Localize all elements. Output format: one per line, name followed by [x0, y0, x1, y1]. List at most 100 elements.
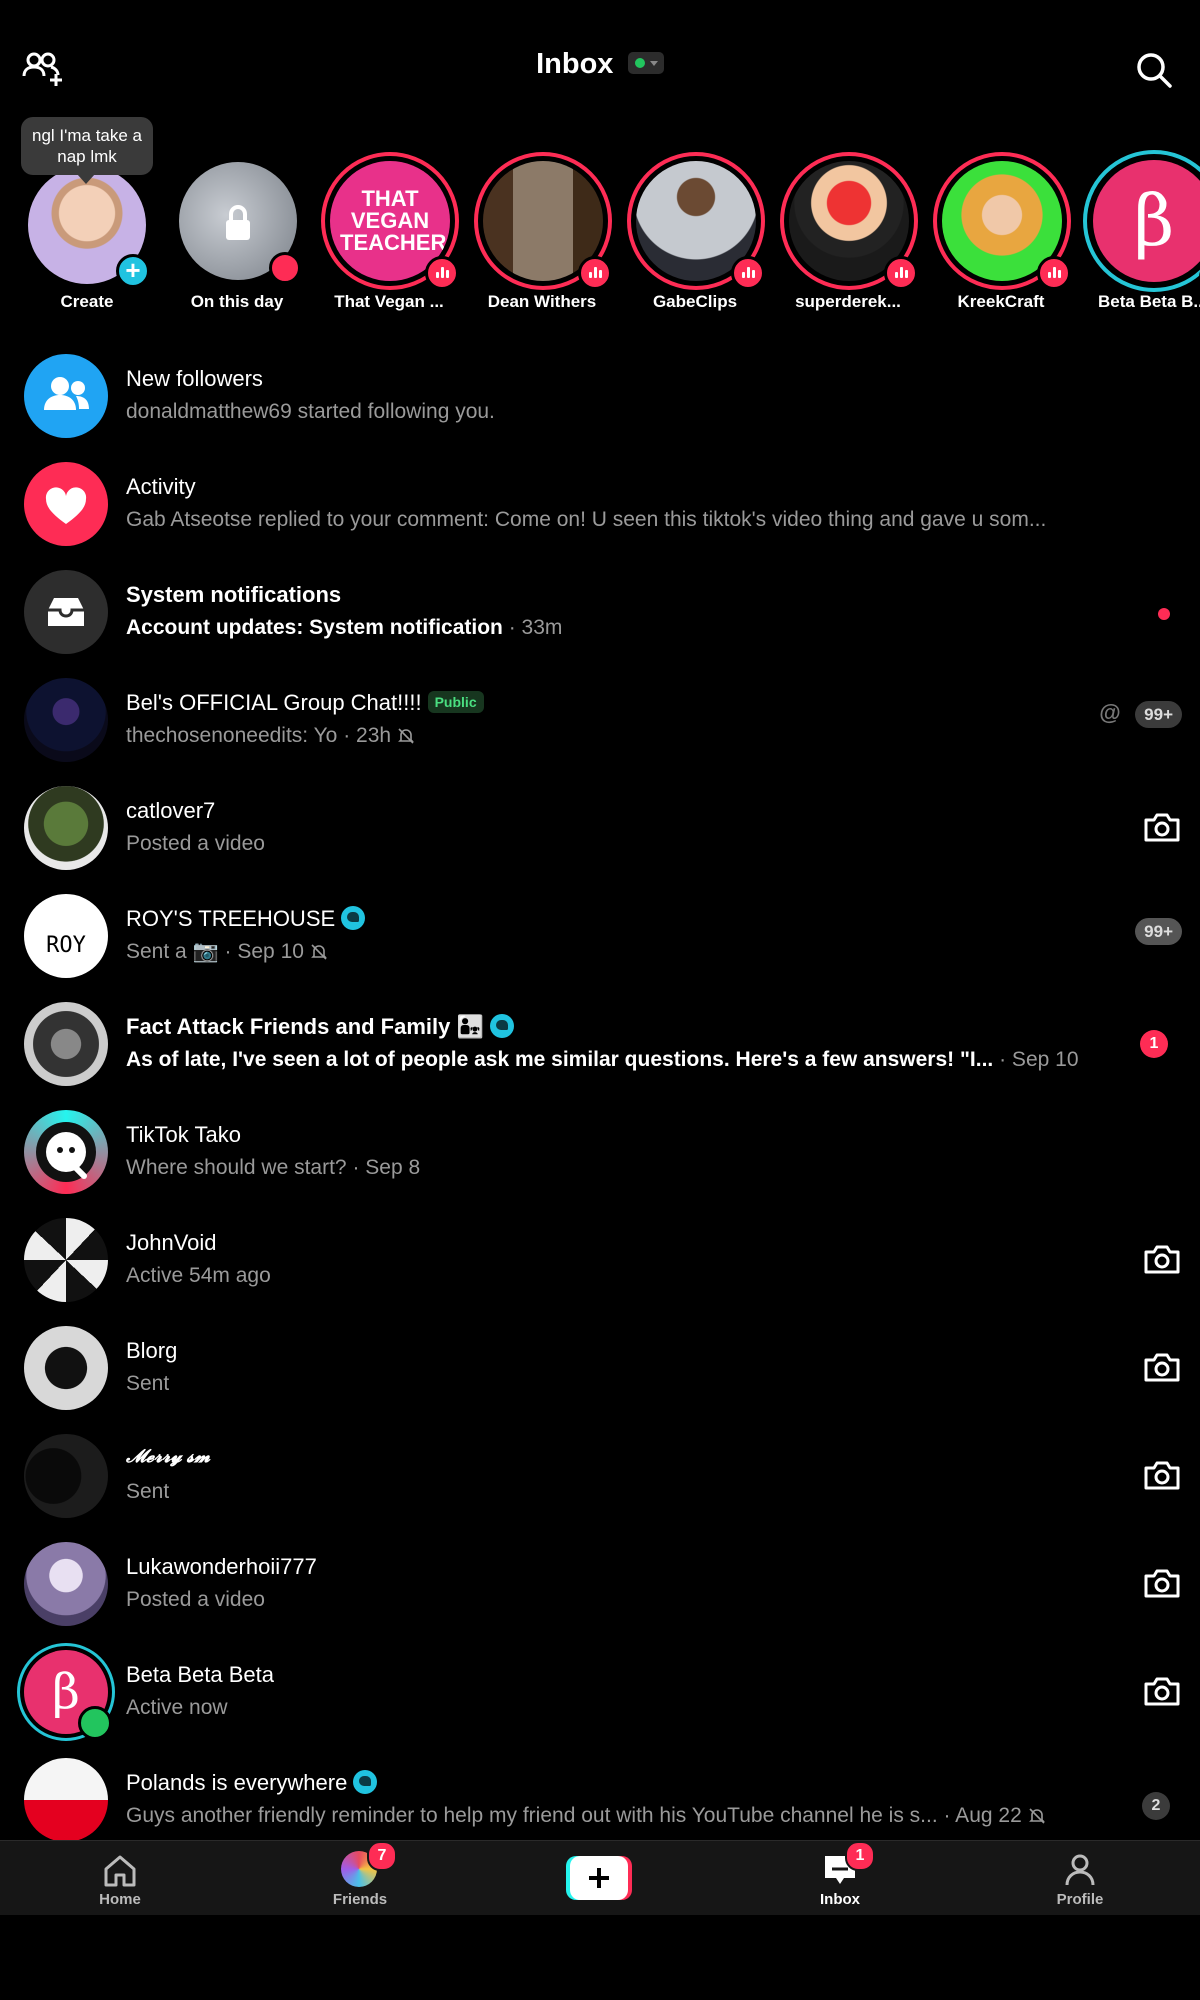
online-status-toggle[interactable]: [627, 51, 664, 74]
avatar: [24, 1326, 108, 1410]
create-button[interactable]: [566, 1856, 632, 1900]
avatar-text: β: [1133, 180, 1175, 262]
row-subtitle: As of late, I've seen a lot of people as…: [126, 1048, 1079, 1072]
inbox-badge: 1: [845, 1841, 875, 1871]
row-title-text: Bel's OFFICIAL Group Chat!!!!: [126, 690, 422, 715]
tako-icon: [36, 1122, 96, 1182]
list-item-conversation[interactable]: catlover7 Posted a video: [0, 776, 1200, 884]
tab-home[interactable]: Home: [45, 1841, 195, 1915]
search-icon[interactable]: [1134, 50, 1174, 90]
row-subtitle: donaldmatthew69 started following you.: [126, 400, 495, 423]
unread-count-badge: 2: [1142, 1792, 1170, 1820]
row-subtitle: Posted a video: [126, 832, 265, 855]
row-title: Lukawonderhoii777: [126, 1554, 317, 1579]
tab-inbox[interactable]: 1 Inbox: [765, 1841, 915, 1915]
row-subtitle: thechosenoneedits: Yo · 23h: [126, 724, 415, 748]
row-title: TikTok Tako: [126, 1122, 241, 1147]
avatar: [24, 462, 108, 546]
family-emoji: 👨‍👧: [456, 1014, 484, 1039]
chevron-down-icon: [649, 60, 658, 66]
verified-icon: [489, 1014, 514, 1039]
tab-label: Profile: [1056, 1891, 1104, 1908]
tab-profile[interactable]: Profile: [1005, 1841, 1155, 1915]
avatar-text: β: [52, 1664, 80, 1720]
camera-icon[interactable]: [1142, 1242, 1182, 1278]
avatar: [24, 354, 108, 438]
camera-icon[interactable]: [1142, 1458, 1182, 1494]
unread-count-badge: 99+: [1135, 918, 1182, 945]
avatar: [24, 1218, 108, 1302]
story-label: GabeClips: [652, 292, 738, 311]
story-label: Dean Withers: [487, 292, 597, 311]
row-title: Bel's OFFICIAL Group Chat!!!! Public: [126, 690, 484, 716]
row-subtitle: Sent a 📷 · Sep 10: [126, 940, 328, 964]
tab-label: Friends: [332, 1891, 388, 1908]
avatar: ROY: [24, 894, 108, 978]
unread-count-badge: 99+: [1135, 701, 1182, 728]
tab-friends[interactable]: 7 Friends: [285, 1841, 435, 1915]
live-icon: [731, 256, 765, 290]
row-subtitle: Gab Atseotse replied to your comment: Co…: [126, 508, 1047, 531]
muted-bell-icon: [1028, 1808, 1045, 1825]
plus-icon[interactable]: +: [116, 254, 150, 288]
row-subtitle: Active 54m ago: [126, 1264, 271, 1287]
row-time: · Aug 22: [943, 1804, 1022, 1827]
row-preview: Sent a 📷: [126, 940, 219, 963]
inbox-tray-icon: [48, 598, 84, 626]
row-title: JohnVoid: [126, 1230, 217, 1255]
list-item-conversation[interactable]: 𝓜𝓮𝓻𝓻𝔂 𝓼𝓶 Sent: [0, 1424, 1200, 1532]
avatar: [24, 678, 108, 762]
live-icon: [578, 256, 612, 290]
list-item-conversation[interactable]: Lukawonderhoii777 Posted a video: [0, 1532, 1200, 1640]
list-item-activity[interactable]: Activity Gab Atseotse replied to your co…: [0, 452, 1200, 560]
list-item-conversation[interactable]: ROY ROY'S TREEHOUSE Sent a 📷 · Sep 10 99…: [0, 884, 1200, 992]
row-subtitle: Where should we start? · Sep 8: [126, 1156, 420, 1180]
top-bar: Inbox: [0, 0, 1200, 140]
story-label: On this day: [190, 292, 284, 311]
online-dot-icon: [634, 57, 645, 68]
row-preview: Account updates: System notification: [126, 616, 503, 639]
camera-icon[interactable]: [1142, 1674, 1182, 1710]
camera-icon[interactable]: [1142, 1350, 1182, 1386]
row-subtitle: Posted a video: [126, 1588, 265, 1611]
row-subtitle: Active now: [126, 1696, 228, 1719]
tab-label: Home: [99, 1891, 141, 1908]
camera-icon[interactable]: [1142, 1566, 1182, 1602]
tab-label: Inbox: [820, 1891, 860, 1908]
unread-dot-icon: [1158, 608, 1170, 620]
row-time: · Sep 10: [999, 1048, 1079, 1071]
row-subtitle: Sent: [126, 1372, 170, 1395]
row-subtitle: Sent: [126, 1480, 170, 1503]
list-item-conversation[interactable]: β Beta Beta Beta Active now: [0, 1640, 1200, 1748]
camera-icon[interactable]: [1142, 810, 1182, 846]
list-item-conversation[interactable]: Blorg Sent: [0, 1316, 1200, 1424]
list-item-system-notifications[interactable]: System notifications Account updates: Sy…: [0, 560, 1200, 668]
row-preview: Guys another friendly reminder to help m…: [126, 1804, 938, 1827]
row-title: System notifications: [126, 582, 342, 607]
avatar-text: THAT VEGAN TEACHER: [340, 186, 447, 255]
row-title: Blorg: [126, 1338, 178, 1363]
row-title: Polands is everywhere: [126, 1770, 378, 1796]
list-item-new-followers[interactable]: New followers donaldmatthew69 started fo…: [0, 344, 1200, 452]
row-title: New followers: [126, 366, 263, 391]
row-preview: thechosenoneedits: Yo · 23h: [126, 724, 392, 747]
list-item-conversation[interactable]: Fact Attack Friends and Family 👨‍👧 As of…: [0, 992, 1200, 1100]
row-preview: As of late, I've seen a lot of people as…: [126, 1048, 994, 1071]
avatar: [24, 1110, 108, 1194]
list-item-conversation[interactable]: JohnVoid Active 54m ago: [0, 1208, 1200, 1316]
row-title: 𝓜𝓮𝓻𝓻𝔂 𝓼𝓶: [126, 1446, 211, 1466]
row-title: Activity: [126, 474, 196, 499]
unread-count-badge: 1: [1140, 1030, 1168, 1058]
list-item-group-chat[interactable]: Bel's OFFICIAL Group Chat!!!! Public thec…: [0, 668, 1200, 776]
row-preview: Where should we start?: [126, 1156, 347, 1179]
home-icon: [104, 1855, 136, 1887]
story-label: That Vegan ...: [334, 292, 444, 311]
new-indicator-icon: [269, 252, 301, 284]
list-item-conversation[interactable]: TikTok Tako Where should we start? · Sep…: [0, 1100, 1200, 1208]
verified-icon: [341, 906, 366, 931]
story-label: Beta Beta B...: [1098, 292, 1200, 311]
avatar: [24, 1434, 108, 1518]
live-icon: [1037, 256, 1071, 290]
verified-icon: [353, 1770, 378, 1795]
status-note-bubble[interactable]: ngl I'ma take a nap lmk: [21, 117, 153, 184]
